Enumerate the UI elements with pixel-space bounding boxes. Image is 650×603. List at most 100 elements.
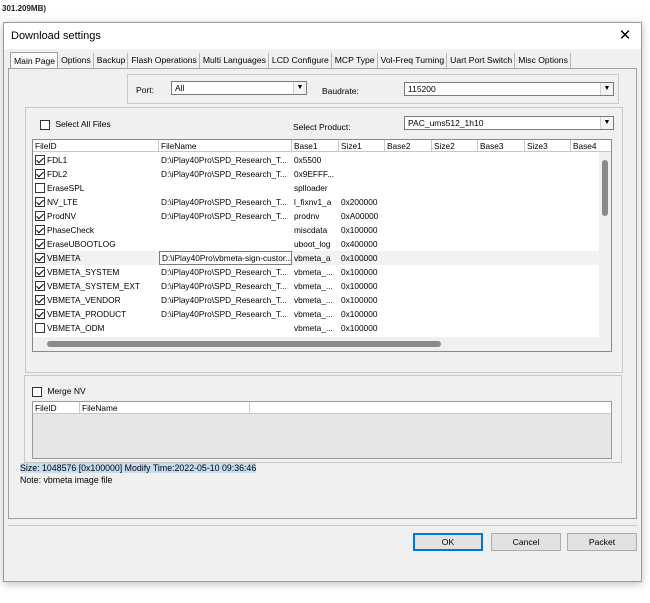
table-cell-size1: 0x100000 bbox=[339, 223, 385, 237]
select-all-label: Select All Files bbox=[55, 119, 111, 129]
table-cell-id[interactable]: PhaseCheck bbox=[33, 223, 159, 237]
product-value: PAC_ums512_1h10 bbox=[408, 118, 484, 128]
title-bar[interactable]: Download settings ✕ bbox=[4, 23, 641, 49]
tab-misc-options[interactable]: Misc Options bbox=[515, 53, 571, 69]
table-row[interactable]: VBMETA D:\iPlay40Pro\vbmeta-sign-custor..… bbox=[33, 251, 599, 265]
horizontal-scrollbar[interactable] bbox=[33, 337, 611, 351]
table-cell-id[interactable]: FDL1 bbox=[33, 153, 159, 167]
tab-backup[interactable]: Backup bbox=[94, 53, 129, 69]
column-header[interactable]: FileID bbox=[33, 402, 80, 414]
row-checkbox[interactable] bbox=[35, 168, 45, 179]
tab-uart-port-switch[interactable]: Uart Port Switch bbox=[447, 53, 516, 69]
ok-button[interactable]: OK bbox=[413, 533, 483, 551]
column-header[interactable]: Size3 bbox=[525, 140, 571, 152]
table-cell-text: 0x100000 bbox=[341, 281, 378, 291]
table-row[interactable]: FDL2 D:\iPlay40Pro\SPD_Research_T... 0x9EF… bbox=[33, 167, 599, 181]
table-cell-text: D:\iPlay40Pro\SPD_Research_T... bbox=[161, 211, 287, 221]
table-cell-text: FDL1 bbox=[47, 155, 68, 165]
table-cell-id[interactable]: FDL2 bbox=[33, 167, 159, 181]
table-cell-id[interactable]: VBMETA_VENDOR bbox=[33, 293, 159, 307]
tab-mcp-type[interactable]: MCP Type bbox=[332, 53, 378, 69]
table-cell-id[interactable]: VBMETA_ODM bbox=[33, 321, 159, 335]
row-checkbox[interactable] bbox=[35, 182, 45, 193]
table-cell-id[interactable]: VBMETA bbox=[33, 251, 159, 265]
table-cell-base1: vbmeta_... bbox=[292, 307, 339, 321]
table-cell-id[interactable]: EraseUBOOTLOG bbox=[33, 237, 159, 251]
column-header[interactable]: Base3 bbox=[478, 140, 525, 152]
row-checkbox[interactable] bbox=[35, 266, 45, 277]
column-header[interactable]: FileID bbox=[33, 140, 159, 152]
tab-flash-operations[interactable]: Flash Operations bbox=[128, 53, 200, 69]
table-cell-id[interactable]: VBMETA_PRODUCT bbox=[33, 307, 159, 321]
table-cell-text: 0x9EFFF... bbox=[294, 169, 335, 179]
table-cell-id[interactable]: NV_LTE bbox=[33, 195, 159, 209]
column-header[interactable]: Size1 bbox=[339, 140, 385, 152]
port-select[interactable]: All ▼ bbox=[171, 81, 307, 95]
table-cell-text: VBMETA_ODM bbox=[47, 323, 105, 333]
select-all-checkbox[interactable]: Select All Files bbox=[40, 119, 111, 130]
column-header[interactable]: FileName bbox=[80, 402, 250, 414]
table-cell-id[interactable]: VBMETA_SYSTEM bbox=[33, 265, 159, 279]
row-checkbox[interactable] bbox=[35, 294, 45, 305]
merge-nv-box[interactable] bbox=[32, 386, 42, 397]
table-cell-text: vbmeta_... bbox=[294, 267, 333, 277]
column-header[interactable]: Size2 bbox=[432, 140, 478, 152]
merge-nv-checkbox[interactable]: Merge NV bbox=[32, 386, 86, 397]
table-cell-id[interactable]: EraseSPL bbox=[33, 181, 159, 195]
table-cell-id[interactable]: VBMETA_SYSTEM_EXT bbox=[33, 279, 159, 293]
row-checkbox[interactable] bbox=[35, 210, 45, 221]
row-checkbox[interactable] bbox=[35, 196, 45, 207]
row-checkbox[interactable] bbox=[35, 280, 45, 291]
nv-list[interactable]: FileID FileName bbox=[32, 401, 612, 459]
tab-multi-languages[interactable]: Multi Languages bbox=[200, 53, 269, 69]
table-cell-text: 0xA00000 bbox=[341, 211, 379, 221]
table-row[interactable]: VBMETA_SYSTEM D:\iPlay40Pro\SPD_Research_… bbox=[33, 265, 599, 279]
row-checkbox[interactable] bbox=[35, 322, 45, 333]
table-row[interactable]: ProdNV D:\iPlay40Pro\SPD_Research_T... pro… bbox=[33, 209, 599, 223]
row-checkbox[interactable] bbox=[35, 252, 45, 263]
table-cell-file bbox=[159, 237, 292, 251]
tab-options[interactable]: Options bbox=[58, 53, 94, 69]
tab-lcd-configure[interactable]: LCD Configure bbox=[269, 53, 332, 69]
close-icon[interactable]: ✕ bbox=[617, 26, 633, 44]
tab-strip: Main Page Options Backup Flash Operation… bbox=[10, 52, 571, 69]
table-row[interactable]: EraseSPL splloader bbox=[33, 181, 599, 195]
horizontal-scroll-thumb[interactable] bbox=[47, 341, 441, 347]
table-cell-text: VBMETA bbox=[47, 253, 81, 263]
packet-button[interactable]: Packet bbox=[567, 533, 637, 551]
column-header[interactable]: FileName bbox=[159, 140, 292, 152]
column-header[interactable]: Base2 bbox=[385, 140, 432, 152]
table-row[interactable]: VBMETA_PRODUCT D:\iPlay40Pro\SPD_Research… bbox=[33, 307, 599, 321]
table-row[interactable]: VBMETA_ODM vbmeta_... 0x100000 bbox=[33, 321, 599, 335]
row-checkbox[interactable] bbox=[35, 308, 45, 319]
product-select[interactable]: PAC_ums512_1h10 ▼ bbox=[404, 116, 614, 130]
table-row[interactable]: EraseUBOOTLOG uboot_log 0x400000 bbox=[33, 237, 599, 251]
vertical-scrollbar[interactable] bbox=[599, 152, 611, 338]
table-cell-text: 0x100000 bbox=[341, 253, 378, 263]
table-row[interactable]: FDL1 D:\iPlay40Pro\SPD_Research_T... 0x550… bbox=[33, 153, 599, 167]
cancel-button[interactable]: Cancel bbox=[491, 533, 561, 551]
table-cell-text: PhaseCheck bbox=[47, 225, 95, 235]
table-row[interactable]: VBMETA_SYSTEM_EXT D:\iPlay40Pro\SPD_Resea… bbox=[33, 279, 599, 293]
column-header[interactable]: Base4 bbox=[571, 140, 611, 152]
baudrate-select[interactable]: 115200 ▼ bbox=[404, 82, 614, 96]
tab-main-page[interactable]: Main Page bbox=[10, 52, 59, 69]
select-all-box[interactable] bbox=[40, 119, 50, 130]
filename-edit-field[interactable]: D:\iPlay40Pro\vbmeta-sign-custor... bbox=[159, 251, 292, 265]
table-cell-id[interactable]: ProdNV bbox=[33, 209, 159, 223]
file-info-size: Size: 1048576 [0x100000] Modify Time:202… bbox=[20, 463, 257, 473]
baudrate-label: Baudrate: bbox=[322, 86, 359, 96]
table-row[interactable]: NV_LTE D:\iPlay40Pro\SPD_Research_T... l_f… bbox=[33, 195, 599, 209]
file-list[interactable]: FileID FileName Base1 Size1 Base2 Size2 … bbox=[32, 139, 612, 352]
table-cell-file: D:\iPlay40Pro\SPD_Research_T... bbox=[159, 279, 292, 293]
vertical-scroll-thumb[interactable] bbox=[602, 160, 608, 216]
tab-vol-freq-turning[interactable]: Vol-Freq Turning bbox=[378, 53, 448, 69]
table-row[interactable]: VBMETA_VENDOR D:\iPlay40Pro\SPD_Research_… bbox=[33, 293, 599, 307]
file-info-size-text: Size: 1048576 [0x100000] Modify Time:202… bbox=[20, 463, 257, 473]
column-header[interactable]: Base1 bbox=[292, 140, 339, 152]
row-checkbox[interactable] bbox=[35, 224, 45, 235]
table-row[interactable]: PhaseCheck miscdata 0x100000 bbox=[33, 223, 599, 237]
row-checkbox[interactable] bbox=[35, 238, 45, 249]
table-cell-text: 0x400000 bbox=[341, 239, 378, 249]
row-checkbox[interactable] bbox=[35, 154, 45, 165]
